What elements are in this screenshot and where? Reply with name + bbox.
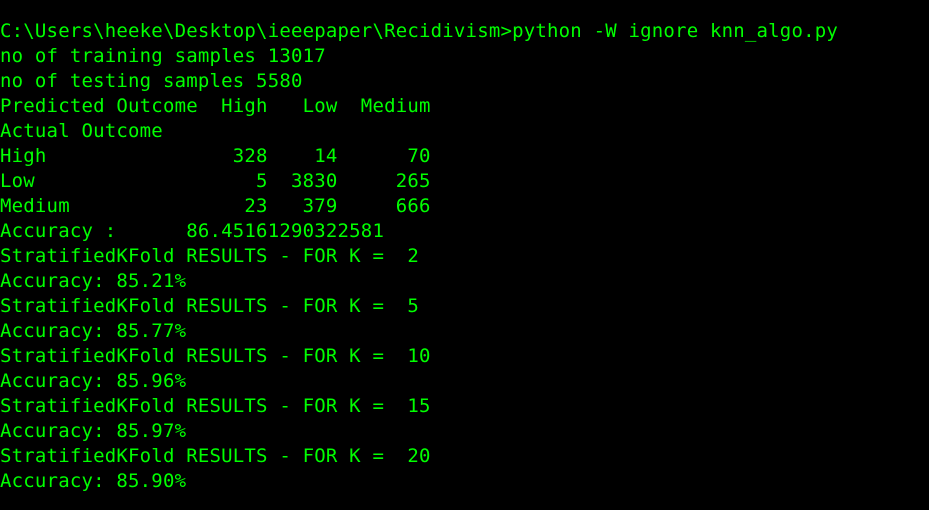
training-samples-line: no of training samples 13017 (0, 45, 326, 67)
kfold-result-header: StratifiedKFold RESULTS - FOR K = 5 (0, 295, 420, 317)
kfold-accuracy-line: Accuracy: 85.77% (0, 320, 187, 342)
kfold-accuracy-line: Accuracy: 85.90% (0, 470, 187, 492)
confusion-matrix-row-medium: Medium 23 379 666 (0, 195, 431, 217)
command-prompt-line: C:\Users\heeke\Desktop\ieeepaper\Recidiv… (0, 20, 839, 42)
kfold-accuracy-line: Accuracy: 85.97% (0, 420, 187, 442)
kfold-result-header: StratifiedKFold RESULTS - FOR K = 2 (0, 245, 420, 267)
kfold-result-header: StratifiedKFold RESULTS - FOR K = 15 (0, 395, 431, 417)
console-output[interactable]: C:\Users\heeke\Desktop\ieeepaper\Recidiv… (0, 19, 929, 510)
confusion-matrix-header-actual: Actual Outcome (0, 120, 163, 142)
kfold-accuracy-line: Accuracy: 85.96% (0, 370, 187, 392)
accuracy-line: Accuracy : 86.45161290322581 (0, 220, 385, 242)
confusion-matrix-row-high: High 328 14 70 (0, 145, 431, 167)
testing-samples-line: no of testing samples 5580 (0, 70, 303, 92)
kfold-result-header: StratifiedKFold RESULTS - FOR K = 20 (0, 445, 431, 467)
confusion-matrix-header-predicted: Predicted Outcome High Low Medium (0, 95, 431, 117)
kfold-accuracy-line: Accuracy: 85.21% (0, 270, 187, 292)
kfold-result-header: StratifiedKFold RESULTS - FOR K = 10 (0, 345, 431, 367)
confusion-matrix-row-low: Low 5 3830 265 (0, 170, 431, 192)
